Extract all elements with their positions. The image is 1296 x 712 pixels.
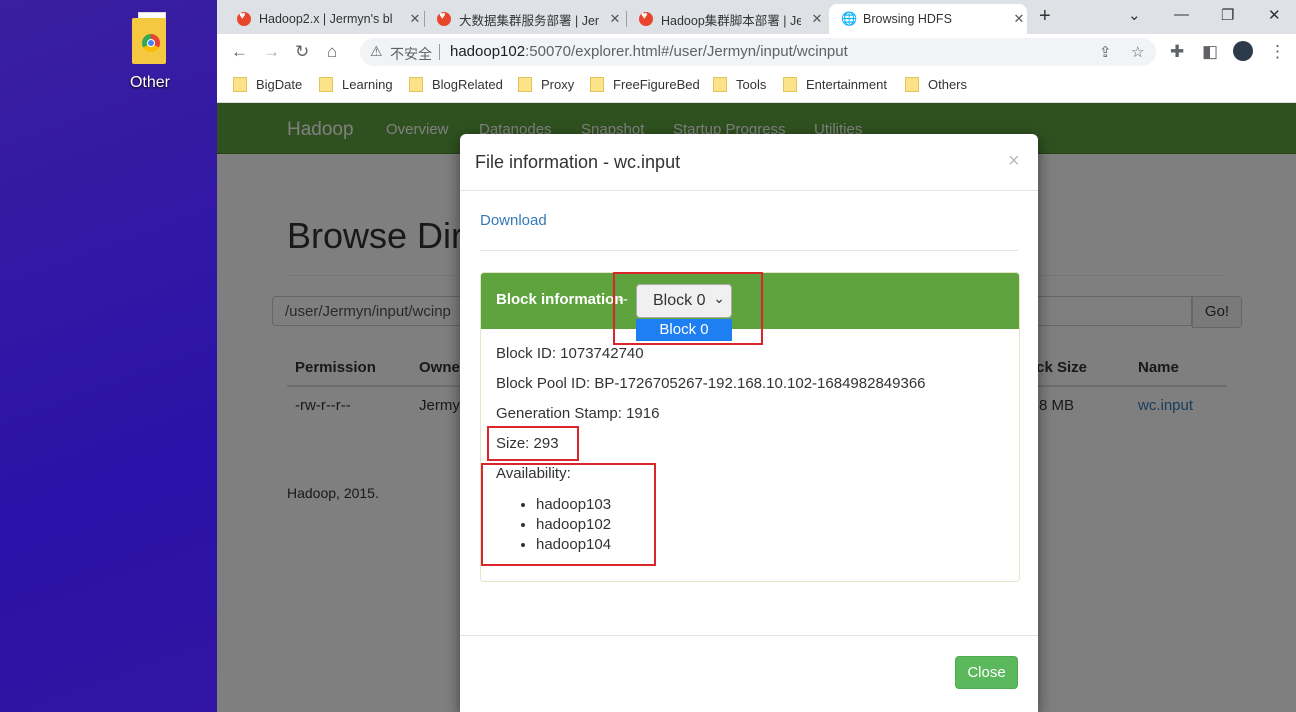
home-icon[interactable]: ⌂	[327, 42, 337, 62]
tab-cluster-scripts[interactable]: Hadoop集群脚本部署 | Je ✕	[627, 4, 827, 34]
tab-title: Hadoop集群脚本部署 | Je	[661, 13, 801, 28]
highlight-box-block-select	[613, 272, 763, 345]
highlight-box-size	[487, 426, 579, 461]
bookmark-folder-entertainment[interactable]: Entertainment	[783, 77, 887, 92]
folder-icon	[713, 77, 727, 92]
url-path: :50070/explorer.html#/user/Jermyn/input/…	[525, 43, 848, 60]
window-close-icon[interactable]: ✕	[1268, 6, 1281, 24]
block-info-label: Block information	[496, 291, 624, 308]
tab-close-icon[interactable]: ✕	[1011, 11, 1027, 27]
address-bar[interactable]: ⚠ 不安全 hadoop102:50070/explorer.html#/use…	[360, 38, 1156, 66]
restore-icon[interactable]: ❐	[1221, 6, 1234, 24]
heart-favicon-icon	[437, 10, 451, 26]
bookmark-label: FreeFigureBed	[613, 77, 700, 92]
block-pool-id: Block Pool ID: BP-1726705267-192.168.10.…	[496, 375, 926, 392]
desktop-folder-other[interactable]: Other	[120, 10, 180, 92]
bookmark-folder-learning[interactable]: Learning	[319, 77, 393, 92]
new-tab-plus-icon[interactable]: +	[1039, 5, 1051, 28]
tab-close-icon[interactable]: ✕	[407, 11, 423, 27]
globe-icon: 🌐	[841, 11, 858, 26]
tab-cluster-services[interactable]: 大数据集群服务部署 | Jer ✕	[425, 4, 627, 34]
bookmark-folder-bigdate[interactable]: BigDate	[233, 77, 302, 92]
bookmark-label: Proxy	[541, 77, 575, 92]
folder-icon	[518, 77, 532, 92]
bookmark-label: Entertainment	[806, 77, 887, 92]
bookmark-folder-proxy[interactable]: Proxy	[518, 77, 574, 92]
close-button[interactable]: Close	[955, 656, 1018, 689]
forward-arrow-icon[interactable]: →	[263, 42, 280, 62]
bookmark-folder-blogrelated[interactable]: BlogRelated	[409, 77, 503, 92]
menu-kebab-icon[interactable]: ⋮	[1269, 42, 1286, 62]
heart-favicon-icon	[237, 10, 251, 26]
bookmark-star-icon[interactable]: ☆	[1131, 43, 1144, 61]
side-panel-icon[interactable]: ◧	[1202, 42, 1218, 62]
folder-icon	[233, 77, 247, 92]
file-info-modal: File information - wc.input × Download B…	[460, 134, 1038, 712]
tab-bar: Hadoop2.x | Jermyn's bl ✕ 大数据集群服务部署 | Je…	[217, 0, 1296, 34]
modal-title: File information - wc.input	[475, 152, 681, 172]
tab-browsing-hdfs[interactable]: 🌐 Browsing HDFS ✕	[829, 4, 1027, 34]
tab-search-chevron-icon[interactable]: ⌄	[1128, 6, 1141, 24]
bookmark-label: Tools	[736, 77, 767, 92]
download-link[interactable]: Download	[480, 212, 547, 229]
url-text[interactable]: hadoop102:50070/explorer.html#/user/Jerm…	[450, 43, 848, 60]
tab-title: Hadoop2.x | Jermyn's bl	[259, 12, 393, 26]
bookmark-folder-freefigurebed[interactable]: FreeFigureBed	[590, 77, 700, 92]
security-label[interactable]: 不安全	[390, 44, 432, 64]
modal-close-icon[interactable]: ×	[1008, 150, 1020, 173]
tab-close-icon[interactable]: ✕	[607, 11, 623, 27]
bookmark-label: Others	[928, 77, 968, 92]
browser-window: Hadoop2.x | Jermyn's bl ✕ 大数据集群服务部署 | Je…	[217, 0, 1296, 712]
folder-icon	[905, 77, 919, 92]
reload-icon[interactable]: ↻	[295, 42, 309, 62]
highlight-box-availability	[481, 463, 656, 566]
url-host: hadoop102	[450, 43, 526, 60]
bookmark-label: BlogRelated	[432, 77, 503, 92]
bookmark-folder-tools[interactable]: Tools	[713, 77, 766, 92]
chrome-folder-icon	[130, 12, 170, 64]
tab-close-icon[interactable]: ✕	[809, 11, 825, 27]
minimize-icon[interactable]: —	[1174, 6, 1189, 23]
folder-icon	[319, 77, 333, 92]
bookmark-label: BigDate	[256, 77, 303, 92]
back-arrow-icon[interactable]: ←	[231, 42, 248, 62]
desktop-icon-label: Other	[129, 74, 170, 91]
generation-stamp: Generation Stamp: 1916	[496, 405, 660, 422]
bookmarks-bar: BigDate Learning BlogRelated Proxy FreeF…	[217, 70, 1296, 103]
tab-hadoop2x[interactable]: Hadoop2.x | Jermyn's bl ✕	[225, 4, 425, 34]
extensions-puzzle-icon[interactable]: ✚	[1170, 42, 1184, 62]
block-id: Block ID: 1073742740	[496, 345, 644, 362]
heart-favicon-icon	[639, 10, 653, 26]
folder-icon	[783, 77, 797, 92]
share-icon[interactable]: ⇪	[1099, 43, 1112, 61]
profile-avatar[interactable]	[1233, 41, 1253, 61]
tab-title: 大数据集群服务部署 | Jer	[459, 13, 599, 28]
folder-icon	[590, 77, 604, 92]
warning-icon[interactable]: ⚠	[370, 43, 383, 60]
bookmark-label: Learning	[342, 77, 393, 92]
page-content: Hadoop Overview Datanodes Snapshot Start…	[217, 103, 1296, 712]
bookmark-folder-others[interactable]: Others	[905, 77, 967, 92]
browser-toolbar: ← → ↻ ⌂ ⚠ 不安全 hadoop102:50070/explorer.h…	[217, 34, 1296, 70]
tab-title: Browsing HDFS	[863, 12, 952, 26]
folder-icon	[409, 77, 423, 92]
